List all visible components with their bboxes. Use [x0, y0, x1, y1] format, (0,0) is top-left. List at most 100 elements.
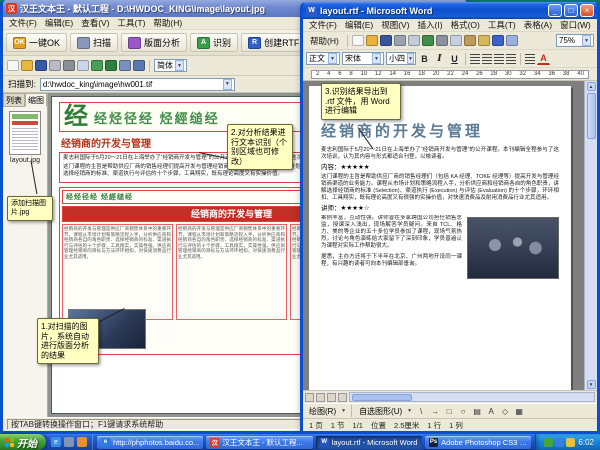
recognize-button[interactable]: A 识别: [190, 33, 238, 52]
new-icon[interactable]: [7, 60, 19, 71]
tab-list[interactable]: 列表: [3, 93, 25, 107]
rectangle-icon[interactable]: □: [443, 405, 455, 417]
media-player-icon[interactable]: [77, 437, 87, 447]
menu-item[interactable]: 表格(A): [520, 19, 556, 31]
underline-button[interactable]: U: [448, 52, 461, 65]
word-page[interactable]: 经销商的开发与管理 麦志利国际于5月20～21日在上海举办了“经销商开发与管理”…: [309, 86, 571, 390]
undo-icon[interactable]: [492, 35, 504, 46]
cut-icon[interactable]: [63, 60, 75, 71]
ruler-scale[interactable]: 246810121416182022242628303234363840: [311, 70, 589, 79]
print-preview-icon[interactable]: [408, 35, 420, 46]
menu-item[interactable]: 文件(F): [305, 19, 341, 31]
menu-item[interactable]: 帮助(H): [149, 17, 186, 29]
redo-icon[interactable]: [506, 35, 518, 46]
font-combo[interactable]: 宋体 ▼: [342, 52, 384, 65]
chevron-down-icon[interactable]: ▼: [175, 60, 184, 71]
scrollbar-thumb[interactable]: [587, 93, 596, 139]
font-size-combo[interactable]: 小四 ▼: [386, 52, 416, 65]
copy-icon[interactable]: [77, 60, 89, 71]
save-icon[interactable]: [35, 60, 47, 71]
rotate-right-icon[interactable]: [105, 60, 117, 71]
menu-item[interactable]: 窗口(W): [556, 19, 595, 31]
outline-view-button[interactable]: [338, 393, 347, 402]
oval-icon[interactable]: ○: [457, 405, 469, 417]
chevron-down-icon[interactable]: ▼: [328, 53, 337, 64]
chevron-down-icon[interactable]: ▼: [407, 53, 414, 64]
start-button[interactable]: 开始: [0, 434, 46, 450]
menu-item[interactable]: 编辑(E): [41, 17, 77, 29]
word-document-area[interactable]: 经销商的开发与管理 麦志利国际于5月20～21日在上海举办了“经销商开发与管理”…: [303, 81, 597, 390]
save-icon[interactable]: [380, 35, 392, 46]
minimize-button[interactable]: _: [548, 4, 562, 17]
taskbar-clock[interactable]: 6:02: [578, 438, 594, 447]
menu-item[interactable]: 文件(F): [5, 17, 41, 29]
print-icon[interactable]: [49, 60, 61, 71]
style-combo[interactable]: 正文 ▼: [306, 52, 340, 65]
create-rtf-button[interactable]: R 创建RTF: [241, 33, 306, 52]
ie-quicklaunch-icon[interactable]: e: [51, 437, 61, 447]
format-painter-icon[interactable]: [478, 35, 490, 46]
show-desktop-icon[interactable]: [64, 437, 74, 447]
volume-tray-icon[interactable]: [555, 438, 564, 447]
scan-path-combo[interactable]: d:\hwdoc_king\image\hw001.tif ▼: [40, 78, 235, 91]
align-center-icon[interactable]: [482, 54, 492, 64]
align-justify-icon[interactable]: [506, 54, 516, 64]
zoom-combo[interactable]: 75% ▼: [556, 34, 594, 47]
bold-button[interactable]: B: [418, 52, 431, 65]
italic-button[interactable]: I: [433, 52, 446, 65]
chevron-down-icon[interactable]: ▼: [582, 35, 591, 46]
tab-thumbnails[interactable]: 缩图: [25, 93, 47, 107]
vertical-scrollbar[interactable]: ▲ ▼: [584, 81, 597, 390]
font-color-button[interactable]: A: [537, 53, 550, 65]
menu-item[interactable]: 格式(O): [447, 19, 484, 31]
print-layout-view-button[interactable]: [327, 393, 336, 402]
clipart-icon[interactable]: ▦: [513, 405, 525, 417]
menu-item[interactable]: 工具(T): [114, 17, 150, 29]
menu-item[interactable]: 编辑(E): [341, 19, 377, 31]
word-titlebar[interactable]: W layout.rtf - Microsoft Word _ □ ×: [303, 2, 597, 19]
scroll-down-icon[interactable]: ▼: [587, 380, 596, 389]
input-method-tray-icon[interactable]: [566, 438, 575, 447]
antivirus-tray-icon[interactable]: [544, 438, 553, 447]
open-icon[interactable]: [21, 60, 33, 71]
web-layout-view-button[interactable]: [316, 393, 325, 402]
menu-item[interactable]: 插入(I): [414, 19, 447, 31]
autoshapes-menu-button[interactable]: 自选图形(U): [357, 406, 404, 417]
page-thumbnail[interactable]: [9, 111, 41, 155]
arrow-icon[interactable]: →: [429, 405, 441, 417]
zoom-out-icon[interactable]: [133, 60, 145, 71]
rotate-left-icon[interactable]: [91, 60, 103, 71]
menu-item[interactable]: 视图(V): [377, 19, 413, 31]
layout-analysis-button[interactable]: 版面分析: [121, 33, 187, 52]
menu-help[interactable]: 帮助(H): [306, 35, 343, 47]
print-icon[interactable]: [394, 35, 406, 46]
horizontal-scrollbar[interactable]: [349, 392, 595, 402]
chevron-down-icon[interactable]: ▼: [223, 79, 232, 90]
menu-item[interactable]: 工具(T): [484, 19, 520, 31]
task-button-hanwang[interactable]: 汉 汉王文本王 - 默认工程...: [206, 436, 312, 449]
spelling-icon[interactable]: [422, 35, 434, 46]
line-icon[interactable]: \: [415, 405, 427, 417]
close-button[interactable]: ×: [580, 4, 594, 17]
chevron-down-icon[interactable]: ▼: [372, 53, 381, 64]
draw-menu-button[interactable]: 绘图(R): [307, 406, 338, 417]
one-key-ok-button[interactable]: OK 一键OK: [6, 33, 67, 52]
numbering-icon[interactable]: [525, 54, 535, 64]
task-button-photoshop[interactable]: Ps Adobe Photoshop CS3 E...: [425, 436, 531, 449]
align-right-icon[interactable]: [494, 54, 504, 64]
textbox-icon[interactable]: ▤: [471, 405, 483, 417]
diagram-icon[interactable]: ◇: [499, 405, 511, 417]
cut-icon[interactable]: [436, 35, 448, 46]
task-button-ie[interactable]: e http://phphotos.baidu.co...: [97, 436, 203, 449]
normal-view-button[interactable]: [305, 393, 314, 402]
scan-button[interactable]: 扫描: [70, 33, 118, 52]
task-button-word[interactable]: W layout.rtf - Microsoft Word: [316, 436, 422, 449]
scroll-up-icon[interactable]: ▲: [587, 82, 596, 91]
menu-item[interactable]: 查看(V): [77, 17, 113, 29]
zoom-in-icon[interactable]: [119, 60, 131, 71]
align-left-icon[interactable]: [470, 54, 480, 64]
new-document-icon[interactable]: [352, 35, 364, 46]
open-folder-icon[interactable]: [366, 35, 378, 46]
language-combo[interactable]: 简体 ▼: [154, 59, 187, 72]
paste-icon[interactable]: [464, 35, 476, 46]
